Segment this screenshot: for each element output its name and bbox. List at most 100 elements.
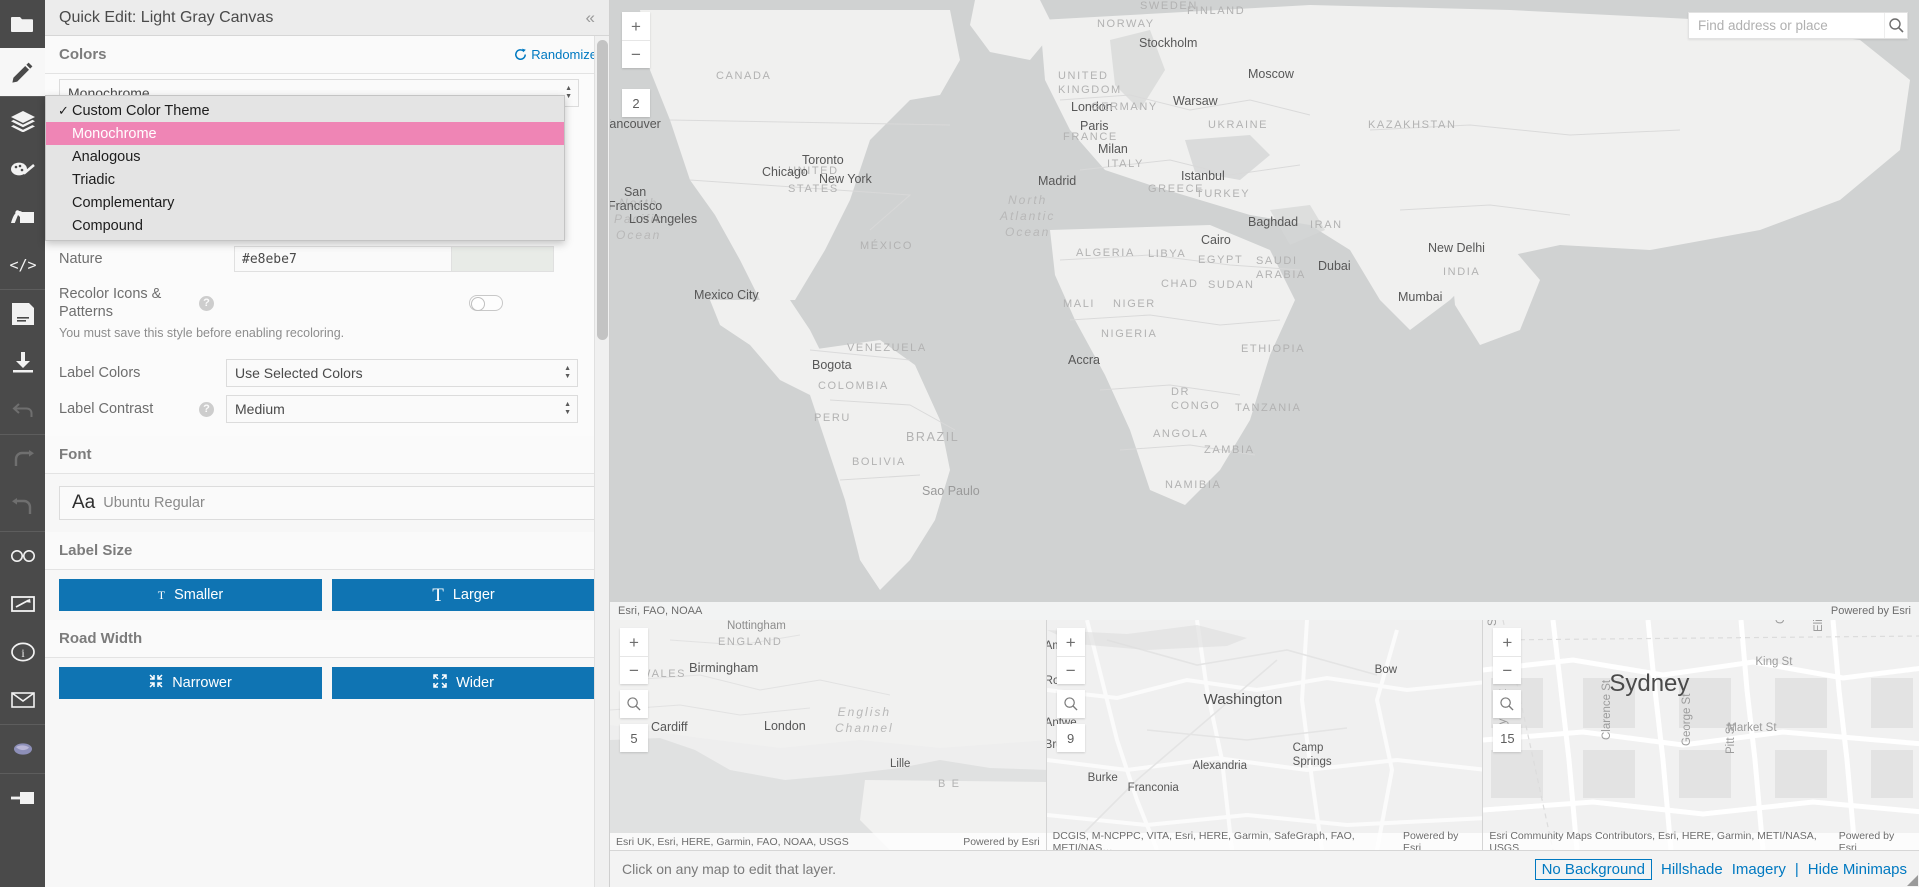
minimap-uk-zoom-level: 5 [620, 724, 648, 752]
mail-icon[interactable] [0, 676, 45, 724]
zoom-out-button[interactable]: − [1056, 656, 1085, 684]
large-t-icon: T [432, 584, 444, 606]
folder-icon[interactable] [0, 0, 45, 48]
main-map-attribution-bar: Esri, FAO, NOAA Powered by Esri [610, 602, 1919, 620]
label-size-section-title: Label Size [59, 542, 133, 559]
road-width-buttons: Narrower Wider [45, 658, 609, 708]
zoom-in-button[interactable]: + [1057, 628, 1085, 656]
minimap-uk-search-button[interactable] [620, 690, 648, 718]
chevron-updown-icon: ▲ ▼ [564, 401, 571, 416]
minimap-sydney[interactable]: Sydney Slip St King St Castlereagh Eliza… [1482, 620, 1919, 850]
download-icon[interactable] [0, 338, 45, 386]
dropdown-item-label: Compound [72, 217, 143, 234]
minimap-washington-zoom-level: 9 [1056, 724, 1085, 752]
zoom-out-button[interactable]: − [622, 40, 650, 68]
status-bar: Click on any map to edit that layer. No … [610, 850, 1919, 887]
layers-icon[interactable] [0, 97, 45, 145]
minimap-washington-zoom-control[interactable]: + − [1056, 628, 1085, 684]
label-larger-button[interactable]: T Larger [332, 579, 595, 611]
redo-icon [0, 483, 45, 531]
imagery-button[interactable]: Imagery [1732, 861, 1786, 878]
label-colors-select[interactable]: Use Selected Colors ▲ ▼ [226, 359, 578, 387]
map-area: North Pacific Ocean North Atlantic Ocean CAN… [610, 0, 1919, 887]
palette-brush-icon[interactable] [0, 145, 45, 193]
hide-minimaps-button[interactable]: Hide Minimaps [1808, 861, 1907, 878]
minimap-sydney-shapes [1483, 620, 1919, 850]
main-map[interactable]: North Pacific Ocean North Atlantic Ocean CAN… [610, 0, 1919, 620]
code-icon[interactable]: </> [0, 241, 45, 289]
minimap-sydney-zoom-control[interactable]: + − [1493, 628, 1522, 684]
zoom-in-button[interactable]: + [620, 628, 648, 656]
road-wider-button[interactable]: Wider [332, 667, 595, 699]
search-icon[interactable] [1884, 13, 1907, 38]
status-hint: Click on any map to edit that layer. [622, 861, 836, 877]
road-narrower-button[interactable]: Narrower [59, 667, 322, 699]
minimap-uk-attribution: Esri UK, Esri, HERE, Garmin, FAO, NOAA, … [616, 835, 849, 848]
minimap-washington-powered-by: Powered by Esri [1402, 829, 1459, 851]
zoom-out-button[interactable]: − [1493, 656, 1522, 684]
chevron-updown-icon: ▲ ▼ [565, 85, 572, 100]
image-icon[interactable] [0, 193, 45, 241]
dropdown-item-triadic[interactable]: Triadic [46, 168, 564, 191]
dropdown-item-custom-color-theme[interactable]: ✓ Custom Color Theme [46, 99, 564, 122]
save-icon[interactable] [0, 290, 45, 338]
minimap-washington[interactable]: Washington Alexandria Camp Springs Burke … [1045, 620, 1483, 851]
panel-scrollbar[interactable] [594, 36, 609, 887]
collapse-panel-button[interactable]: « [580, 7, 599, 28]
label-contrast-row: Label Contrast ? Medium ▲ ▼ [45, 394, 609, 436]
color-theme-dropdown[interactable]: ✓ Custom Color Theme Monochrome Analogou… [45, 95, 565, 241]
minimap-washington-search-button[interactable] [1056, 690, 1085, 718]
randomize-icon [514, 48, 527, 61]
collapse-arrows-icon [149, 674, 163, 692]
zoom-in-button[interactable]: + [1493, 628, 1521, 656]
external-link-icon[interactable] [0, 580, 45, 628]
label-colors-row: Label Colors Use Selected Colors ▲ ▼ [45, 352, 609, 394]
status-separator: | [1794, 860, 1799, 878]
map-search-box[interactable] [1688, 12, 1908, 39]
dropdown-item-compound[interactable]: Compound [46, 214, 564, 237]
nature-color-swatch[interactable] [451, 246, 554, 272]
zoom-in-button[interactable]: + [622, 12, 650, 40]
minimap-sydney-attribution-bar: Esri Community Maps Contributors, Esri, … [1483, 829, 1919, 851]
panel-scrollbar-thumb[interactable] [597, 40, 608, 340]
minimap-uk[interactable]: ENGLAND WALES Birmingham Nottingham Card… [610, 620, 1046, 850]
main-map-zoom-control[interactable]: + − [622, 12, 650, 68]
info-icon[interactable]: i [0, 628, 45, 676]
zoom-out-button[interactable]: − [620, 656, 648, 684]
globe-icon[interactable] [0, 725, 45, 773]
font-section-title: Font [59, 446, 92, 463]
search-input[interactable] [1689, 18, 1884, 33]
label-size-section-header: Label Size [45, 532, 609, 570]
label-contrast-help-icon[interactable]: ? [199, 401, 214, 417]
svg-text:i: i [21, 646, 25, 660]
dropdown-item-analogous[interactable]: Analogous [46, 145, 564, 168]
minimap-sydney-attribution: Esri Community Maps Contributors, Esri, … [1489, 829, 1817, 851]
pencil-icon[interactable] [0, 48, 45, 96]
recolor-help-icon[interactable]: ? [199, 295, 214, 311]
dropdown-item-monochrome[interactable]: Monochrome [46, 122, 564, 145]
nature-hex-input[interactable]: #e8ebe7 [234, 246, 451, 272]
road-width-section-title: Road Width [59, 630, 143, 647]
randomize-label: Randomize [531, 47, 597, 62]
minimap-uk-zoom-control[interactable]: + − [620, 628, 648, 684]
minimap-sydney-search-button[interactable] [1493, 690, 1522, 718]
label-contrast-select[interactable]: Medium ▲ ▼ [226, 395, 578, 423]
minimap-washington-shapes [1046, 620, 1483, 850]
undo-icon [0, 435, 45, 483]
label-smaller-button[interactable]: T Smaller [59, 579, 322, 611]
resize-grip[interactable] [1907, 875, 1918, 886]
minimap-sydney-zoom-level: 15 [1493, 724, 1522, 752]
colors-section-header: Colors Randomize [45, 36, 609, 74]
font-picker[interactable]: Aa Ubuntu Regular [59, 486, 595, 520]
hillshade-button[interactable]: Hillshade [1661, 861, 1723, 878]
dropdown-item-complementary[interactable]: Complementary [46, 191, 564, 214]
dropdown-item-label: Monochrome [72, 125, 157, 142]
no-background-button[interactable]: No Background [1534, 858, 1652, 880]
revert-icon [0, 386, 45, 434]
randomize-button[interactable]: Randomize [514, 47, 597, 62]
logout-icon[interactable] [0, 774, 45, 822]
label-size-buttons: T Smaller T Larger [45, 570, 609, 620]
glasses-icon[interactable] [0, 532, 45, 580]
recolor-toggle[interactable] [469, 295, 503, 311]
minimap-sydney-powered-by: Powered by Esri [1838, 829, 1895, 851]
